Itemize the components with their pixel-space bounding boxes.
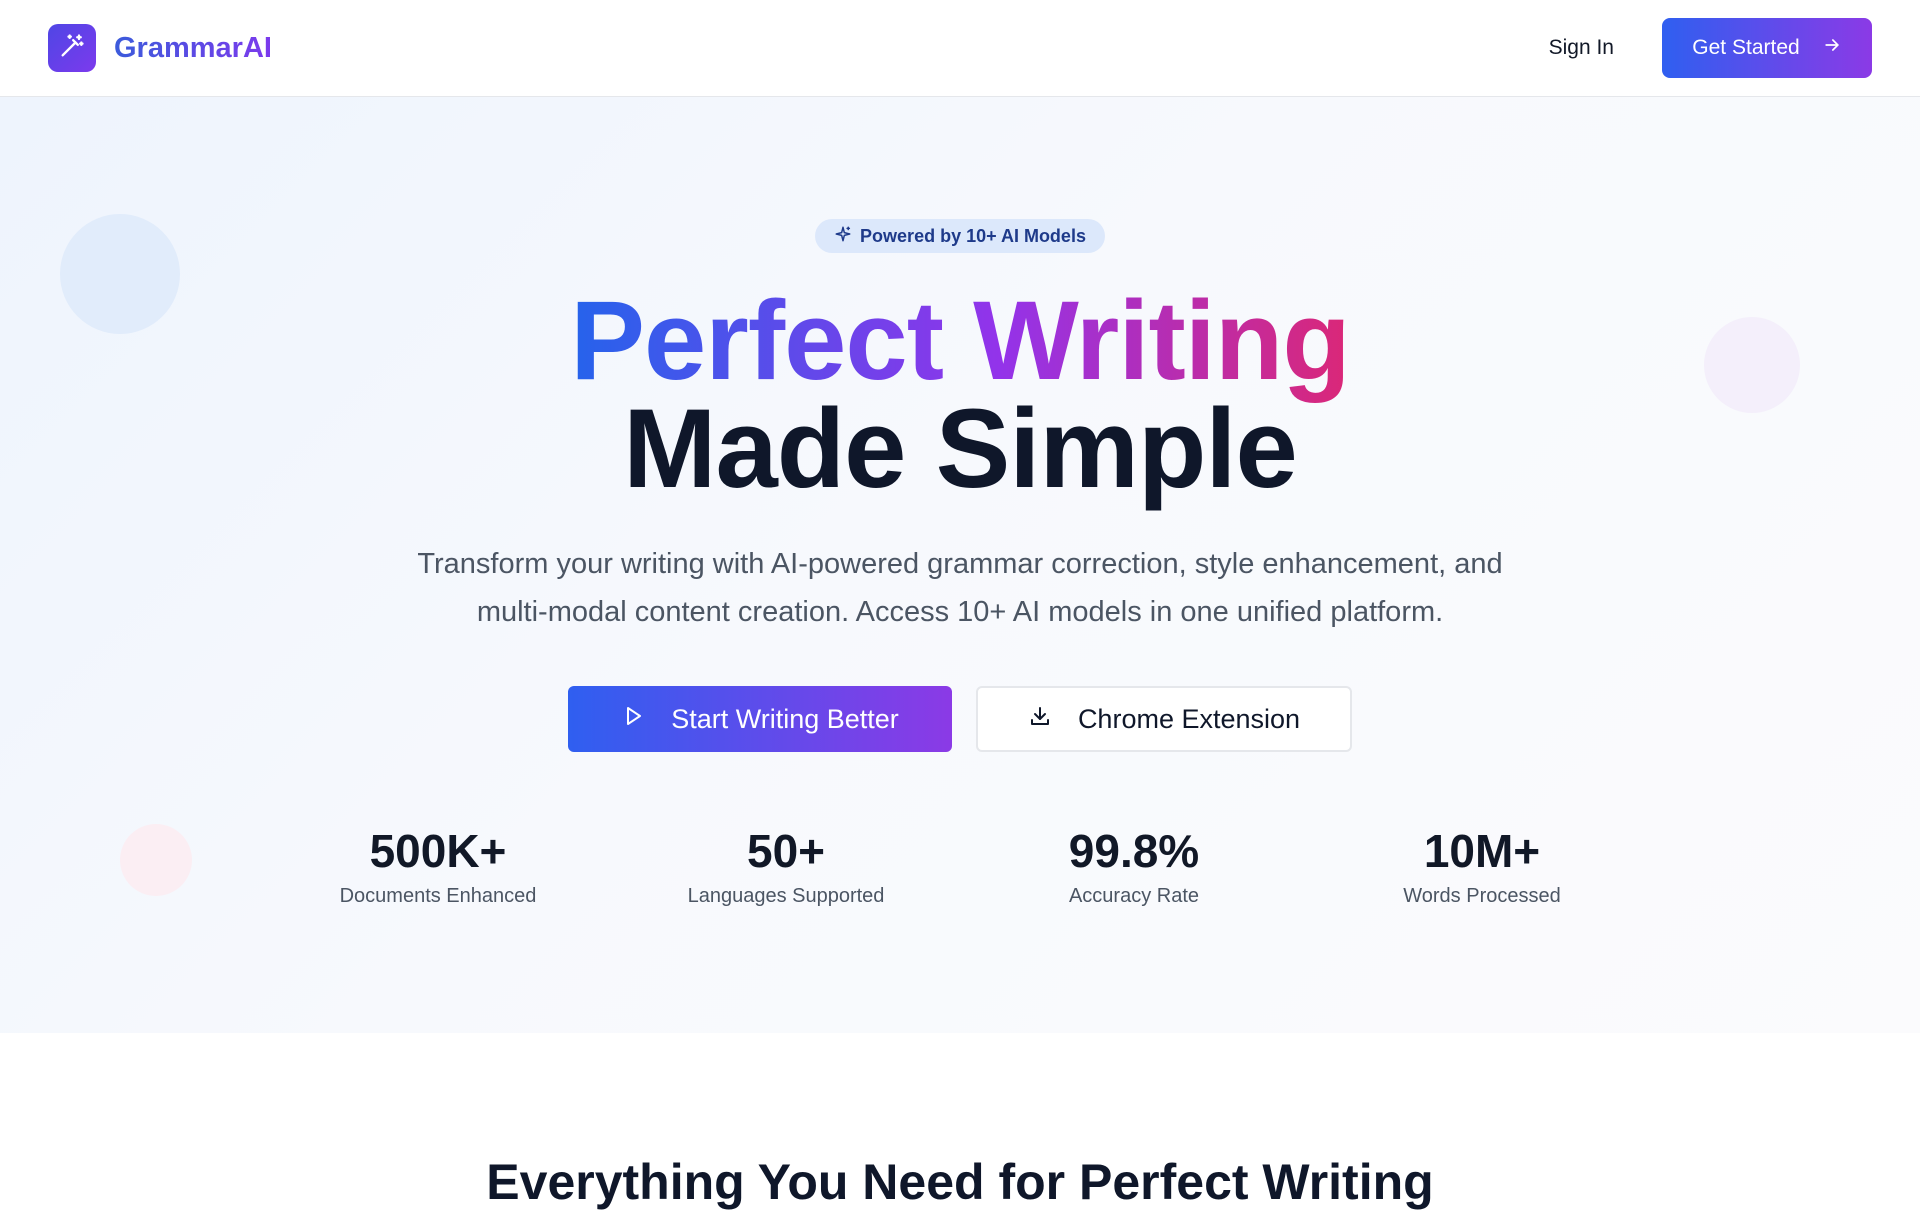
stat-documents: 500K+ Documents Enhanced (264, 825, 612, 908)
get-started-label: Get Started (1692, 36, 1800, 59)
powered-by-badge: Powered by 10+ AI Models (815, 219, 1105, 253)
headline-line-1: Perfect Writing (570, 278, 1350, 403)
hero-section: Powered by 10+ AI Models Perfect Writing… (0, 97, 1920, 1033)
play-icon (621, 704, 645, 735)
hero-subtitle: Transform your writing with AI-powered g… (360, 540, 1560, 636)
subtitle-line-2: multi-modal content creation. Access 10+… (476, 596, 1444, 628)
stat-label: Languages Supported (687, 885, 885, 907)
hero-headline: Perfect Writing Made Simple (0, 285, 1920, 505)
decorative-circle (120, 824, 192, 896)
stat-words: 10M+ Words Processed (1308, 825, 1656, 908)
start-writing-button[interactable]: Start Writing Better (568, 686, 952, 752)
logo (48, 24, 96, 72)
features-title: Everything You Need for Perfect Writing (486, 1154, 1434, 1210)
get-started-button[interactable]: Get Started (1662, 18, 1872, 78)
magic-wand-icon (58, 32, 86, 65)
stat-value: 10M+ (1423, 825, 1541, 877)
brand-name: GrammarAI (114, 31, 272, 64)
stat-label: Accuracy Rate (1068, 885, 1200, 907)
arrow-right-icon (1822, 35, 1842, 61)
start-writing-label: Start Writing Better (671, 703, 899, 734)
chrome-extension-button[interactable]: Chrome Extension (976, 686, 1352, 752)
stat-value: 50+ (746, 825, 826, 877)
top-navbar: GrammarAI Sign In Get Started (0, 0, 1920, 97)
download-icon (1028, 704, 1052, 735)
cta-row: Start Writing Better Chrome Extension (568, 686, 1352, 752)
sign-in-link[interactable]: Sign In (1549, 36, 1614, 60)
stat-value: 99.8% (1068, 825, 1200, 877)
sparkle-icon (834, 225, 852, 248)
stat-label: Words Processed (1403, 885, 1561, 907)
stat-accuracy: 99.8% Accuracy Rate (960, 825, 1308, 908)
stat-label: Documents Enhanced (339, 885, 537, 907)
badge-text: Powered by 10+ AI Models (860, 225, 1086, 246)
stat-value: 500K+ (369, 825, 507, 877)
brand[interactable]: GrammarAI (48, 24, 272, 72)
stats-row: 500K+ Documents Enhanced 50+ Languages S… (264, 825, 1656, 908)
subtitle-line-1: Transform your writing with AI-powered g… (417, 548, 1503, 580)
stat-languages: 50+ Languages Supported (612, 825, 960, 908)
chrome-extension-label: Chrome Extension (1077, 703, 1301, 734)
nav-actions: Sign In Get Started (1549, 18, 1872, 78)
headline-line-2: Made Simple (623, 386, 1298, 511)
